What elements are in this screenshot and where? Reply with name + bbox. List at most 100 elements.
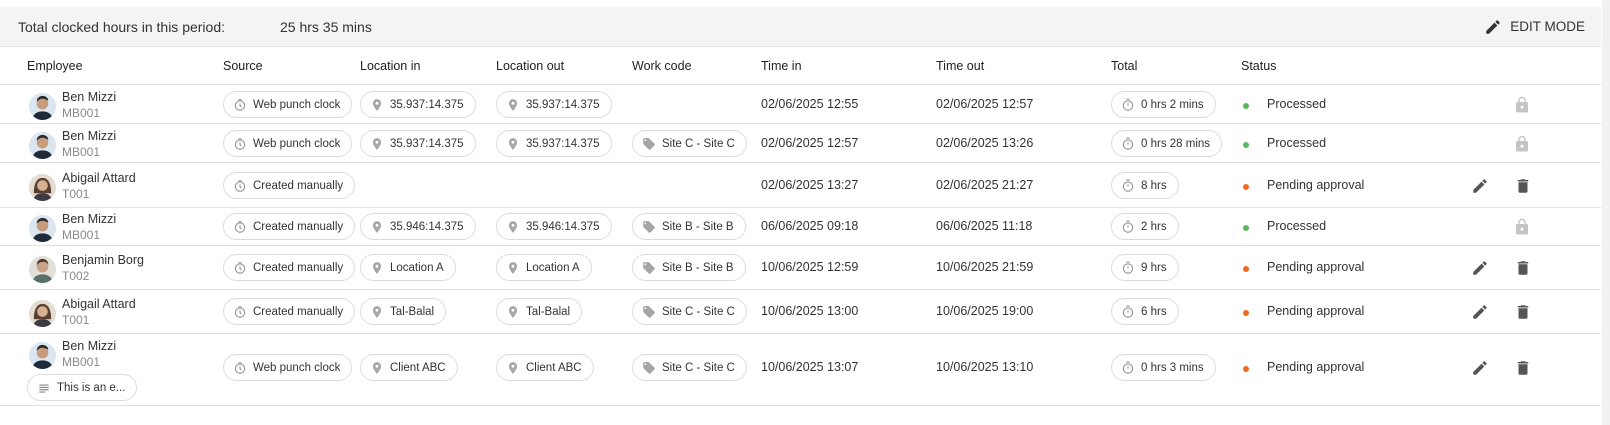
pin-icon: [506, 361, 520, 375]
clock-icon: [233, 179, 247, 193]
total-chip-label: 0 hrs 28 mins: [1141, 137, 1211, 150]
summary-bar: Total clocked hours in this period: 25 h…: [0, 7, 1601, 47]
delete-row-button[interactable]: [1513, 302, 1533, 322]
time-in: 10/06/2025 12:59: [761, 260, 859, 274]
employee-code: T002: [62, 269, 90, 283]
location-out-chip: Client ABC: [496, 354, 594, 381]
location-in-chip: 35.946:14.375: [360, 213, 476, 240]
table-row[interactable]: Ben Mizzi MB001 Web punch clock 35.937:14.3…: [0, 124, 1601, 163]
employee-name: Abigail Attard: [62, 171, 136, 185]
work-code-chip: Site C - Site C: [632, 130, 747, 157]
pencil-icon: [1473, 261, 1487, 275]
employee-code: MB001: [62, 355, 101, 369]
column-header[interactable]: Status: [1241, 59, 1276, 73]
edit-mode-label: EDIT MODE: [1510, 19, 1585, 34]
table-row[interactable]: Benjamin Borg T002 Created manually Locatio…: [0, 246, 1601, 290]
time-in: 02/06/2025 13:27: [761, 178, 859, 192]
time-out: 02/06/2025 21:27: [936, 178, 1034, 192]
avatar: [29, 215, 56, 242]
pencil-icon: [1473, 361, 1487, 375]
employee-name: Abigail Attard: [62, 297, 136, 311]
status-dot: [1243, 142, 1249, 148]
time-out: 06/06/2025 11:18: [936, 219, 1033, 233]
pin-icon: [506, 220, 520, 234]
column-header[interactable]: Location in: [360, 59, 420, 73]
column-header[interactable]: Time out: [936, 59, 984, 73]
pin-icon: [370, 261, 384, 275]
work-code-chip: Site C - Site C: [632, 354, 747, 381]
status-label: Processed: [1267, 219, 1327, 233]
delete-row-button[interactable]: [1513, 258, 1533, 278]
total-chip: 9 hrs: [1111, 254, 1179, 281]
time-out: 02/06/2025 13:26: [936, 136, 1034, 150]
time-out: 10/06/2025 19:00: [936, 304, 1034, 318]
total-chip: 8 hrs: [1111, 172, 1179, 199]
location-out-chip: Tal-Balal: [496, 298, 583, 325]
location-out-chip-label: 35.946:14.375: [526, 220, 600, 233]
table-body: Ben Mizzi MB001 Web punch clock 35.937:14.3…: [0, 85, 1601, 406]
source-chip-label: Created manually: [253, 220, 344, 233]
time-out: 10/06/2025 21:59: [936, 260, 1034, 274]
work-code-chip-label: Site C - Site C: [662, 361, 735, 374]
lock-icon: [1512, 134, 1532, 154]
avatar: [29, 132, 56, 159]
source-chip: Created manually: [223, 213, 356, 240]
table-row[interactable]: Abigail Attard T001 Created manually 02/06/…: [0, 163, 1601, 208]
location-out-chip-label: Client ABC: [526, 361, 582, 374]
column-header[interactable]: Time in: [761, 59, 802, 73]
column-header[interactable]: Location out: [496, 59, 564, 73]
edit-row-button[interactable]: [1470, 258, 1490, 278]
location-in-chip: Client ABC: [360, 354, 458, 381]
table-row[interactable]: Ben Mizzi MB001 This is an e... Web punch c…: [0, 334, 1601, 406]
note-chip: This is an e...: [27, 374, 138, 401]
location-out-chip-label: 35.937:14.375: [526, 98, 600, 111]
column-header[interactable]: Work code: [632, 59, 692, 73]
pin-icon: [370, 305, 384, 319]
tag-icon: [642, 137, 656, 151]
total-chip: 6 hrs: [1111, 298, 1179, 325]
time-in: 10/06/2025 13:00: [761, 304, 859, 318]
total-chip-label: 9 hrs: [1141, 261, 1167, 274]
edit-row-button[interactable]: [1470, 358, 1490, 378]
pin-icon: [506, 137, 520, 151]
source-chip: Created manually: [223, 254, 356, 281]
location-in-chip: 35.937:14.375: [360, 91, 476, 118]
trash-icon: [1517, 305, 1529, 319]
work-code-chip: Site B - Site B: [632, 213, 746, 240]
tag-icon: [642, 361, 656, 375]
table-row[interactable]: Ben Mizzi MB001 Web punch clock 35.937:14.3…: [0, 85, 1601, 124]
pencil-icon: [1486, 19, 1500, 34]
source-chip: Web punch clock: [223, 91, 353, 118]
employee-code: T001: [62, 313, 90, 327]
edit-row-button[interactable]: [1470, 302, 1490, 322]
edit-row-button[interactable]: [1470, 176, 1490, 196]
time-in: 02/06/2025 12:57: [761, 136, 859, 150]
table-row[interactable]: Ben Mizzi MB001 Created manually 35.946:14.…: [0, 208, 1601, 246]
edit-mode-button[interactable]: EDIT MODE: [1484, 18, 1585, 36]
location-out-chip-label: Location A: [526, 261, 580, 274]
status-label: Pending approval: [1267, 360, 1365, 374]
source-chip-label: Web punch clock: [253, 137, 341, 150]
status-dot: [1243, 366, 1249, 372]
total-chip: 0 hrs 2 mins: [1111, 91, 1216, 118]
pin-icon: [370, 98, 384, 112]
time-out: 10/06/2025 13:10: [936, 360, 1034, 374]
clock-icon: [233, 305, 247, 319]
work-code-chip-label: Site B - Site B: [662, 261, 734, 274]
trash-icon: [1517, 361, 1529, 375]
location-in-chip-label: 35.937:14.375: [390, 137, 464, 150]
location-in-chip-label: 35.946:14.375: [390, 220, 464, 233]
total-chip-label: 2 hrs: [1141, 220, 1167, 233]
total-chip: 0 hrs 28 mins: [1111, 130, 1223, 157]
location-out-chip: 35.937:14.375: [496, 130, 612, 157]
vertical-scrollbar[interactable]: [1602, 0, 1610, 425]
tag-icon: [642, 305, 656, 319]
column-header[interactable]: Source: [223, 59, 263, 73]
column-header[interactable]: Total: [1111, 59, 1137, 73]
delete-row-button[interactable]: [1513, 358, 1533, 378]
delete-row-button[interactable]: [1513, 176, 1533, 196]
table-row[interactable]: Abigail Attard T001 Created manually Tal-Ba…: [0, 290, 1601, 334]
lock-icon: [1512, 217, 1532, 237]
column-header[interactable]: Employee: [27, 59, 83, 73]
employee-name: Ben Mizzi: [62, 212, 117, 226]
